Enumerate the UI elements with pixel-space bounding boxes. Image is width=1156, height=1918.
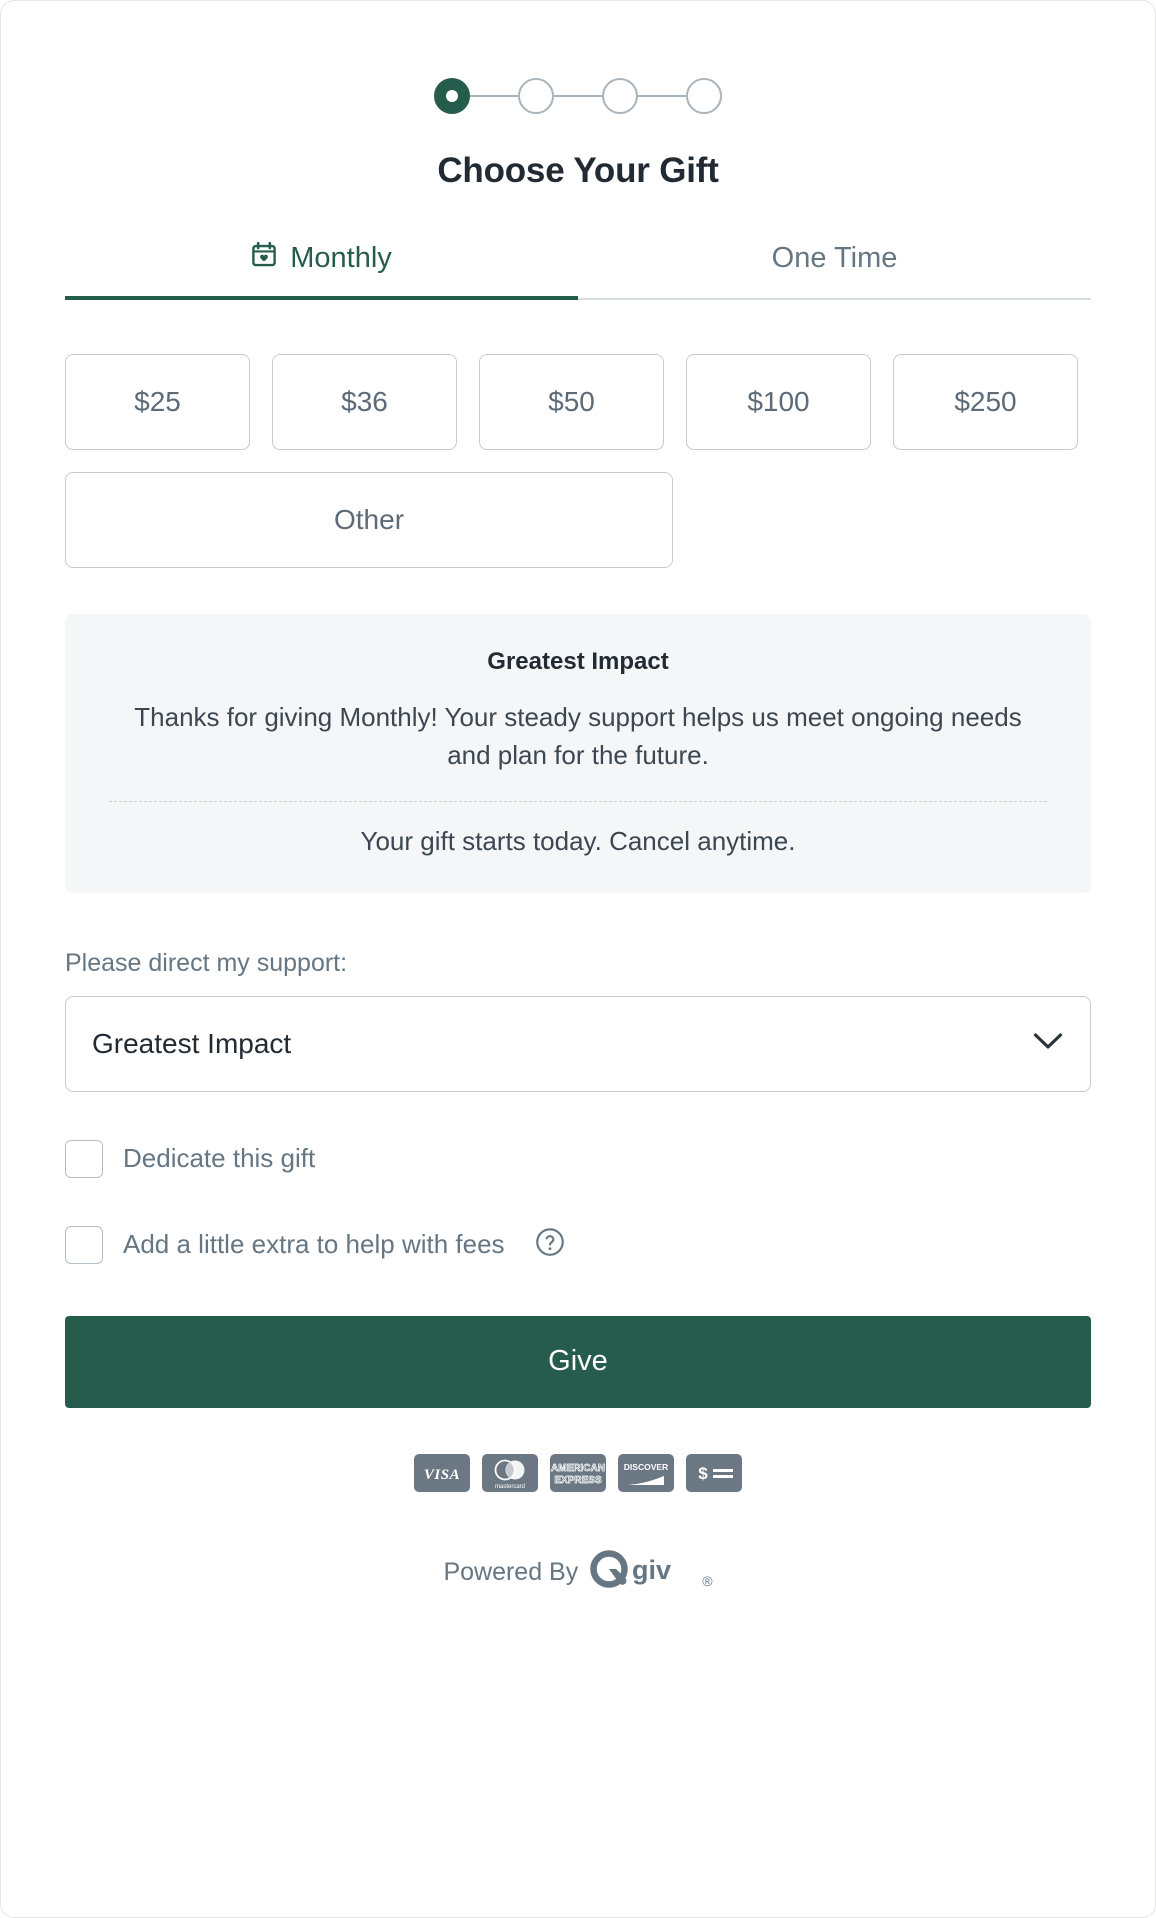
svg-text:DISCOVER: DISCOVER bbox=[624, 1462, 668, 1472]
step-dot-2[interactable] bbox=[518, 78, 554, 114]
dedicate-gift-checkbox[interactable] bbox=[65, 1139, 103, 1178]
svg-text:AMERICAN: AMERICAN bbox=[551, 1463, 605, 1474]
step-dot-4[interactable] bbox=[686, 78, 722, 114]
svg-text:VISA: VISA bbox=[424, 1467, 460, 1483]
impact-title: Greatest Impact bbox=[487, 648, 669, 675]
calendar-heart-icon bbox=[251, 241, 277, 276]
amount-button-100[interactable]: $100 bbox=[686, 354, 871, 450]
amount-button-50[interactable]: $50 bbox=[479, 354, 664, 450]
cover-fees-checkbox[interactable] bbox=[65, 1225, 103, 1264]
visa-card-icon: VISA bbox=[414, 1453, 470, 1492]
step-dot-3[interactable] bbox=[602, 78, 638, 114]
designation-select[interactable]: Greatest Impact bbox=[65, 995, 1091, 1092]
tab-one-time[interactable]: One Time bbox=[578, 241, 1091, 298]
dedicate-gift-row: Dedicate this gift bbox=[65, 1139, 1091, 1178]
powered-by-label: Powered By bbox=[443, 1557, 579, 1586]
tab-monthly-label: Monthly bbox=[290, 242, 392, 274]
generic-card-icon: $ bbox=[686, 1453, 742, 1492]
powered-by-footer: Powered By giv ® bbox=[65, 1550, 1091, 1595]
impact-description: Thanks for giving Monthly! Your steady s… bbox=[134, 702, 1022, 771]
gift-frequency-tabs: Monthly One Time bbox=[65, 241, 1091, 300]
page-title: Choose Your Gift bbox=[437, 151, 719, 190]
tab-one-time-label: One Time bbox=[771, 242, 898, 274]
step-connector-3 bbox=[638, 95, 686, 97]
designation-select-wrapper: Greatest Impact bbox=[65, 995, 1091, 1092]
step-connector-1 bbox=[470, 95, 518, 97]
tab-monthly[interactable]: Monthly bbox=[65, 241, 578, 300]
give-button[interactable]: Give bbox=[65, 1315, 1091, 1408]
registered-trademark-mark: ® bbox=[702, 1572, 713, 1589]
impact-note: Your gift starts today. Cancel anytime. bbox=[360, 825, 796, 856]
designation-label: Please direct my support: bbox=[65, 948, 348, 977]
amount-button-250[interactable]: $250 bbox=[893, 354, 1078, 450]
svg-text:EXPRESS: EXPRESS bbox=[554, 1475, 602, 1486]
donation-form-card: Choose Your Gift Monthly One Time $25 $3… bbox=[0, 0, 1156, 1918]
cover-fees-label[interactable]: Add a little extra to help with fees bbox=[123, 1229, 505, 1260]
mastercard-card-icon: mastercard bbox=[482, 1453, 538, 1492]
amount-button-36[interactable]: $36 bbox=[272, 354, 457, 450]
discover-card-icon: DISCOVER bbox=[618, 1453, 674, 1492]
amount-button-other[interactable]: Other bbox=[65, 472, 673, 568]
svg-text:giv: giv bbox=[632, 1555, 671, 1585]
qgiv-logo: giv bbox=[590, 1550, 688, 1595]
designation-selected-value: Greatest Impact bbox=[92, 1027, 292, 1059]
gift-amount-options: $25 $36 $50 $100 $250 Other bbox=[65, 354, 1091, 568]
dedicate-gift-label[interactable]: Dedicate this gift bbox=[123, 1143, 315, 1174]
amount-button-25[interactable]: $25 bbox=[65, 354, 250, 450]
cover-fees-row: Add a little extra to help with fees bbox=[65, 1225, 1091, 1264]
impact-divider bbox=[109, 800, 1047, 802]
impact-panel: Greatest Impact Thanks for giving Monthl… bbox=[65, 614, 1091, 893]
step-connector-2 bbox=[554, 95, 602, 97]
amex-card-icon: AMERICAN EXPRESS bbox=[550, 1453, 606, 1492]
svg-text:mastercard: mastercard bbox=[495, 1484, 525, 1490]
question-circle-icon[interactable] bbox=[535, 1227, 565, 1262]
step-dot-1[interactable] bbox=[434, 78, 470, 114]
accepted-payment-methods: VISA mastercard AMERICAN EXPRESS DISCOVE… bbox=[65, 1453, 1091, 1492]
svg-text:$: $ bbox=[698, 1464, 708, 1483]
step-indicator bbox=[65, 73, 1091, 119]
